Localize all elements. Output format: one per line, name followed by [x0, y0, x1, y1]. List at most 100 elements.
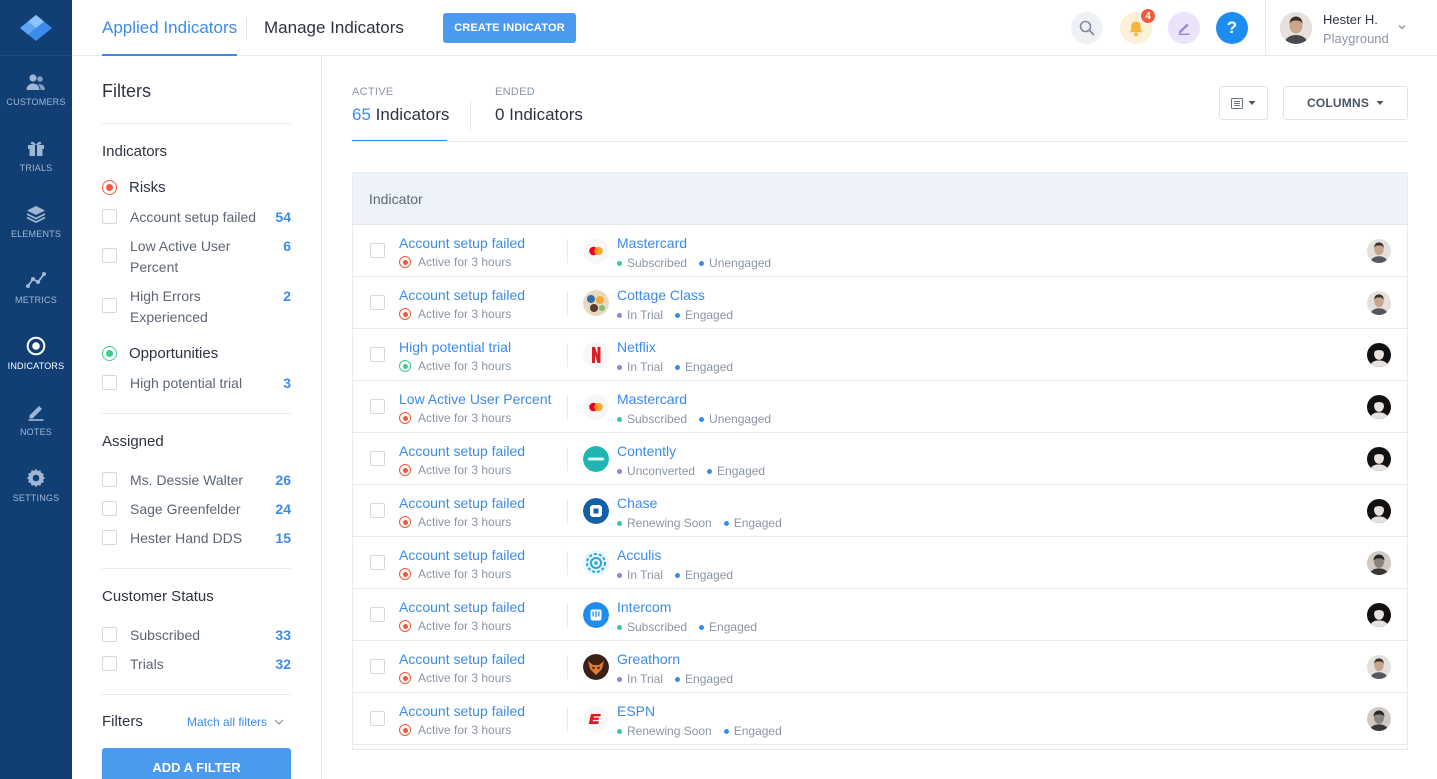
- row-checkbox[interactable]: [370, 711, 385, 726]
- create-indicator-button[interactable]: CREATE INDICATOR: [443, 13, 576, 43]
- status-text: Subscribed: [627, 620, 688, 634]
- filter-option-count: 54: [275, 209, 291, 225]
- app-logo[interactable]: [0, 0, 72, 56]
- nav-item-settings[interactable]: SETTINGS: [0, 452, 72, 518]
- filter-option[interactable]: Hester Hand DDS 15: [102, 528, 291, 549]
- customer-name-link[interactable]: Contently: [617, 443, 676, 459]
- indicator-name-link[interactable]: Account setup failed: [399, 443, 525, 459]
- row-checkbox[interactable]: [370, 347, 385, 362]
- compose-button[interactable]: [1168, 12, 1200, 44]
- table-row[interactable]: Low Active User Percent Active for 3 hour…: [353, 381, 1407, 433]
- customer-name-link[interactable]: Acculis: [617, 547, 661, 563]
- filter-option[interactable]: High potential trial 3: [102, 373, 291, 394]
- tab-applied-indicators[interactable]: Applied Indicators: [102, 0, 238, 56]
- header-indicator[interactable]: Indicator: [369, 191, 423, 207]
- active-indicators-tab[interactable]: ACTIVE 65 Indicators: [352, 86, 449, 142]
- risks-label: Risks: [129, 179, 166, 196]
- filter-option[interactable]: High Errors Experienced 2: [102, 286, 291, 328]
- indicator-name-link[interactable]: Account setup failed: [399, 703, 525, 719]
- indicator-name-link[interactable]: Account setup failed: [399, 495, 525, 511]
- table-row[interactable]: High potential trial Active for 3 hours Ne…: [353, 329, 1407, 381]
- filter-checkbox[interactable]: [102, 248, 117, 263]
- indicator-name-link[interactable]: Account setup failed: [399, 651, 525, 667]
- customer-name-link[interactable]: Intercom: [617, 599, 671, 615]
- search-button[interactable]: [1071, 12, 1103, 44]
- row-checkbox[interactable]: [370, 503, 385, 518]
- help-button[interactable]: ?: [1216, 12, 1248, 44]
- customer-name-link[interactable]: ESPN: [617, 703, 655, 719]
- filter-option[interactable]: Account setup failed 54: [102, 207, 291, 228]
- table-row[interactable]: Account setup failed Active for 3 hours Co…: [353, 277, 1407, 329]
- table-row[interactable]: Account setup failed Active for 3 hours In…: [353, 589, 1407, 641]
- assignee-avatar[interactable]: [1367, 655, 1391, 679]
- assignee-avatar[interactable]: [1367, 343, 1391, 367]
- filter-checkbox[interactable]: [102, 209, 117, 224]
- nav-item-metrics[interactable]: METRICS: [0, 254, 72, 320]
- customer-name-link[interactable]: Netflix: [617, 339, 656, 355]
- table-row[interactable]: Account setup failed Active for 3 hours Gr…: [353, 641, 1407, 693]
- row-checkbox[interactable]: [370, 243, 385, 258]
- assignee-avatar[interactable]: [1367, 603, 1391, 627]
- assignee-avatar[interactable]: [1367, 447, 1391, 471]
- row-divider: [567, 499, 568, 523]
- customer-name-link[interactable]: Chase: [617, 495, 657, 511]
- filter-checkbox[interactable]: [102, 472, 117, 487]
- ended-indicators-tab[interactable]: ENDED 0 Indicators: [495, 86, 583, 125]
- user-avatar[interactable]: [1280, 12, 1312, 44]
- assignee-avatar[interactable]: [1367, 499, 1391, 523]
- filter-option[interactable]: Sage Greenfelder 24: [102, 499, 291, 520]
- filter-option[interactable]: Ms. Dessie Walter 26: [102, 470, 291, 491]
- table-row[interactable]: Account setup failed Active for 3 hours Co…: [353, 433, 1407, 485]
- user-name[interactable]: Hester H.: [1323, 12, 1378, 27]
- user-workspace[interactable]: Playground: [1323, 31, 1389, 46]
- match-filters-dropdown[interactable]: Match all filters: [187, 715, 285, 729]
- columns-button[interactable]: COLUMNS: [1283, 86, 1408, 120]
- row-checkbox[interactable]: [370, 607, 385, 622]
- filter-checkbox[interactable]: [102, 530, 117, 545]
- opportunities-group[interactable]: Opportunities: [102, 345, 218, 362]
- filter-checkbox[interactable]: [102, 627, 117, 642]
- assignee-avatar[interactable]: [1367, 291, 1391, 315]
- assignee-avatar[interactable]: [1367, 707, 1391, 731]
- assignee-avatar[interactable]: [1367, 395, 1391, 419]
- assignee-avatar[interactable]: [1367, 239, 1391, 263]
- customer-name-link[interactable]: Greathorn: [617, 651, 680, 667]
- filter-checkbox[interactable]: [102, 298, 117, 313]
- indicator-name-link[interactable]: Account setup failed: [399, 599, 525, 615]
- indicator-name-link[interactable]: Account setup failed: [399, 287, 525, 303]
- filter-option[interactable]: Trials 32: [102, 654, 291, 675]
- indicator-name-link[interactable]: Account setup failed: [399, 547, 525, 563]
- indicator-name-link[interactable]: High potential trial: [399, 339, 511, 355]
- add-filter-button[interactable]: ADD A FILTER: [102, 748, 291, 779]
- nav-item-indicators[interactable]: INDICATORS: [0, 320, 72, 386]
- risks-group[interactable]: Risks: [102, 179, 166, 196]
- filter-option[interactable]: Subscribed 33: [102, 625, 291, 646]
- chevron-down-icon[interactable]: [1397, 22, 1407, 32]
- indicator-name-link[interactable]: Low Active User Percent: [399, 391, 552, 407]
- nav-item-customers[interactable]: CUSTOMERS: [0, 56, 72, 122]
- table-row[interactable]: Account setup failed Active for 3 hours Ch…: [353, 485, 1407, 537]
- nav-item-trials[interactable]: TRIALS: [0, 122, 72, 188]
- customer-name-link[interactable]: Mastercard: [617, 235, 687, 251]
- table-row[interactable]: Account setup failed Active for 3 hours Ma…: [353, 225, 1407, 277]
- filter-checkbox[interactable]: [102, 375, 117, 390]
- row-checkbox[interactable]: [370, 451, 385, 466]
- filter-option[interactable]: Low Active User Percent 6: [102, 236, 291, 278]
- nav-item-notes[interactable]: NOTES: [0, 386, 72, 452]
- row-checkbox[interactable]: [370, 555, 385, 570]
- view-toggle-button[interactable]: [1219, 86, 1268, 120]
- engagement-dot-icon: [675, 676, 681, 682]
- indicator-name-link[interactable]: Account setup failed: [399, 235, 525, 251]
- row-checkbox[interactable]: [370, 399, 385, 414]
- row-checkbox[interactable]: [370, 659, 385, 674]
- row-checkbox[interactable]: [370, 295, 385, 310]
- tab-manage-indicators[interactable]: Manage Indicators: [264, 0, 404, 56]
- filter-checkbox[interactable]: [102, 501, 117, 516]
- customer-name-link[interactable]: Cottage Class: [617, 287, 705, 303]
- table-row[interactable]: Account setup failed Active for 3 hours Ac…: [353, 537, 1407, 589]
- filter-checkbox[interactable]: [102, 656, 117, 671]
- assignee-avatar[interactable]: [1367, 551, 1391, 575]
- table-row[interactable]: Account setup failed Active for 3 hours ES…: [353, 693, 1407, 745]
- customer-name-link[interactable]: Mastercard: [617, 391, 687, 407]
- nav-item-elements[interactable]: ELEMENTS: [0, 188, 72, 254]
